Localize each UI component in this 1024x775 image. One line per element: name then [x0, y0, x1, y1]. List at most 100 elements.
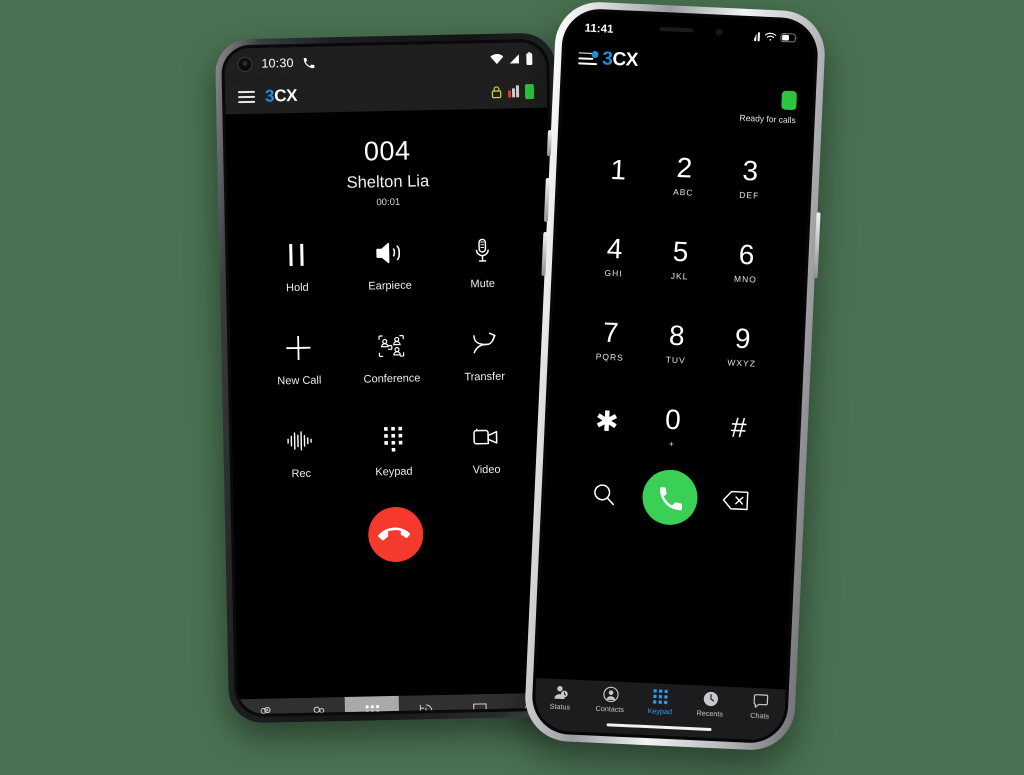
dial-key-3[interactable]: 3 DEF — [715, 140, 784, 217]
video-label: Video — [472, 463, 501, 477]
dial-digit: 4 — [606, 232, 624, 264]
tab-keypad[interactable]: Keypad — [635, 688, 686, 717]
dial-letters: GHI — [604, 267, 623, 279]
cellular-signal-icon — [508, 53, 520, 64]
hangup-icon — [377, 521, 410, 549]
contact-circle-icon — [602, 686, 620, 703]
dial-key-0[interactable]: 0 + — [638, 388, 707, 465]
presence-status-indicator — [781, 90, 798, 111]
plus-icon — [283, 325, 314, 372]
sidebar-item-contacts[interactable]: Contacts — [291, 697, 345, 715]
dial-digit: # — [730, 411, 748, 443]
android-app-bar-indicators — [491, 83, 535, 99]
tab-status[interactable]: Status — [535, 683, 586, 712]
dial-key-2[interactable]: 2 ABC — [649, 137, 718, 214]
battery-icon — [780, 32, 798, 43]
new-call-button[interactable]: New Call — [252, 324, 346, 411]
pause-icon — [285, 232, 308, 278]
earpiece-label: Earpiece — [368, 279, 412, 293]
dial-key-4[interactable]: 4 GHI — [580, 218, 649, 295]
person-clock-icon — [552, 684, 570, 701]
speaker-icon — [374, 230, 405, 277]
tab-chats[interactable]: Chats — [734, 692, 785, 721]
keypad-label: Keypad — [375, 465, 413, 479]
logo-rest: CX — [274, 85, 298, 106]
wifi-icon — [490, 53, 504, 64]
dial-key-1[interactable]: 1 — [584, 134, 653, 211]
dial-digit: 1 — [609, 153, 627, 186]
mute-button[interactable]: Mute — [435, 227, 529, 314]
transfer-button[interactable]: Transfer — [437, 320, 531, 407]
video-camera-icon — [470, 414, 501, 461]
record-button[interactable]: Rec — [254, 417, 348, 504]
clock-icon — [702, 691, 720, 708]
front-camera-icon — [715, 27, 723, 36]
dial-letters: PQRS — [595, 350, 625, 363]
backspace-button[interactable] — [702, 488, 769, 512]
conference-icon — [377, 323, 406, 370]
android-status-time: 10:30 — [261, 55, 294, 71]
transfer-arrow-icon — [469, 321, 498, 368]
waveform-record-icon — [285, 418, 316, 465]
dial-letters: ABC — [672, 186, 694, 198]
search-icon — [591, 481, 617, 507]
hold-label: Hold — [285, 281, 309, 295]
battery-icon — [525, 51, 533, 65]
dial-key-8[interactable]: 8 TUV — [642, 305, 711, 382]
hangup-button[interactable] — [367, 506, 424, 563]
android-call-screen: 004 Shelton Lia 00:01 Hold Earpiece Mute… — [225, 132, 560, 715]
conference-button[interactable]: Conference — [345, 322, 439, 409]
earpiece-button[interactable]: Earpiece — [343, 229, 437, 316]
dial-letters: + — [668, 438, 676, 449]
dial-digit: 0 — [664, 403, 682, 435]
dial-key-hash[interactable]: # — [704, 391, 773, 468]
sidebar-item-status[interactable]: Status — [238, 698, 292, 714]
android-status-indicators — [490, 51, 533, 65]
dial-digit: 8 — [668, 319, 686, 351]
hold-button[interactable]: Hold — [250, 231, 344, 318]
android-phone: 10:30 3CX 004 Shelton Lia 00:01 Hold Ear… — [214, 32, 570, 724]
android-status-bar: 10:30 — [224, 41, 547, 81]
android-screen: 10:30 3CX 004 Shelton Lia 00:01 Hold Ear… — [224, 41, 560, 715]
new-call-label: New Call — [277, 374, 322, 388]
dial-letters: TUV — [665, 354, 686, 365]
tab-recents[interactable]: Recents — [685, 690, 736, 719]
dial-key-7[interactable]: 7 PQRS — [576, 302, 645, 379]
tab-contacts[interactable]: Contacts — [585, 685, 636, 714]
dial-digit: 3 — [741, 154, 759, 187]
dial-key-star[interactable]: ✱ — [572, 385, 641, 462]
hamburger-menu-icon[interactable] — [237, 90, 256, 104]
iphone-status-time: 11:41 — [584, 22, 614, 36]
call-duration: 00:01 — [376, 196, 401, 209]
tab-label: Chats — [750, 710, 770, 721]
video-button[interactable]: Video — [439, 413, 533, 500]
iphone-home-indicator[interactable] — [606, 722, 712, 732]
call-contact-name: Shelton Lia — [346, 172, 430, 192]
logo-rest: CX — [611, 48, 639, 71]
phone-handset-icon — [303, 57, 315, 69]
3cx-logo: 3CX — [265, 86, 298, 107]
dial-digit: 6 — [738, 238, 756, 270]
presence-status-indicator — [524, 83, 535, 99]
dial-digit: 5 — [672, 235, 690, 267]
dial-digit: ✱ — [594, 404, 620, 437]
call-icon — [656, 484, 683, 511]
tab-label: Contacts — [595, 703, 625, 715]
call-controls-grid: Hold Earpiece Mute New Call Conference T… — [228, 227, 556, 505]
dial-key-5[interactable]: 5 JKL — [646, 221, 715, 298]
transfer-label: Transfer — [464, 370, 506, 384]
3cx-logo: 3CX — [602, 48, 639, 72]
iphone-dialpad: 1 2 ABC 3 DEF 4 GHI 5 JKL 6 MNO 7 PQRS 8… — [546, 115, 811, 470]
dial-digit: 7 — [602, 316, 620, 348]
wifi-icon — [764, 32, 777, 43]
dial-digit: 9 — [734, 322, 752, 354]
dial-key-6[interactable]: 6 MNO — [712, 224, 781, 301]
search-button[interactable] — [570, 480, 637, 508]
iphone-dial-actions — [543, 458, 796, 530]
call-button[interactable] — [640, 468, 699, 527]
keypad-button[interactable]: Keypad — [346, 415, 440, 502]
hamburger-menu-dot-icon[interactable] — [578, 50, 599, 67]
chat-bubble-icon — [751, 693, 769, 710]
mute-label: Mute — [470, 277, 496, 291]
dial-key-9[interactable]: 9 WXYZ — [708, 308, 777, 385]
